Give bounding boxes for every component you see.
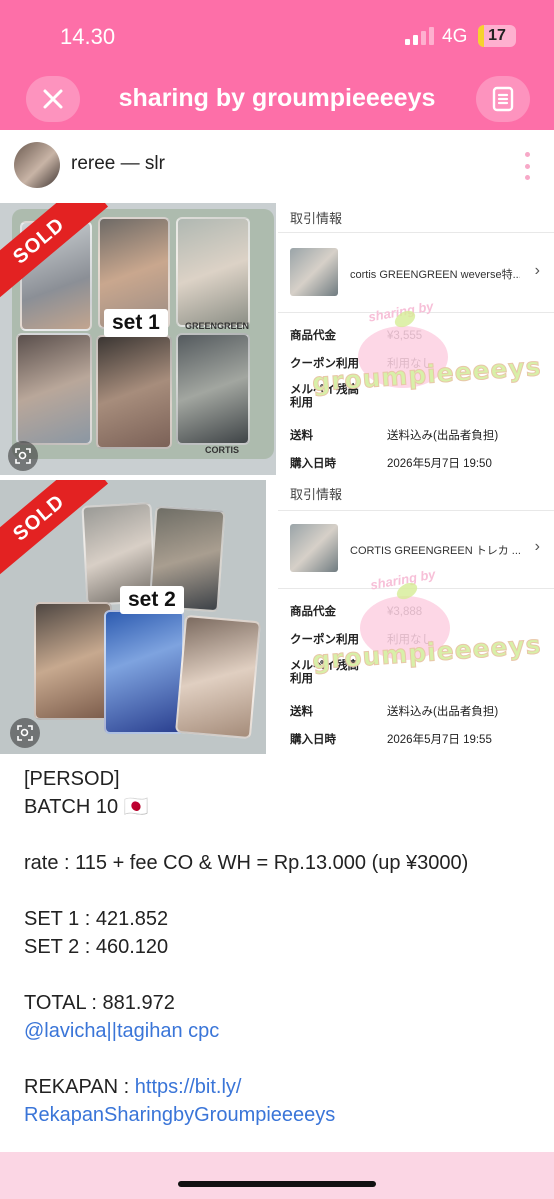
status-time: 14.30	[60, 24, 116, 49]
brand-label: CORTIS	[205, 445, 240, 455]
network-type: 4G	[442, 26, 468, 47]
home-indicator[interactable]	[178, 1181, 376, 1187]
order-row: クーポン利用 利用なし	[290, 358, 433, 370]
bottom-bar	[0, 1152, 554, 1199]
photo-set-2[interactable]: SOLD set 2	[0, 480, 266, 754]
photo-set-1[interactable]: GREENGREEN CORTIS SOLD set 1	[0, 203, 276, 475]
visual-search-button[interactable]	[10, 718, 40, 748]
order-row: 購入日時 2026年5月7日 19:55	[290, 734, 492, 746]
order-item-name[interactable]: cortis GREENGREEN weverse特...	[350, 266, 520, 282]
photocard	[176, 333, 250, 445]
order-row: 送料 送料込み(出品者負担)	[290, 706, 499, 718]
divider	[278, 232, 554, 233]
caption-rekapan: REKAPAN : https://bit.ly/	[24, 1076, 242, 1098]
order-row: 購入日時 2026年5月7日 19:50	[290, 458, 492, 470]
caption-line: [PERSOD]	[24, 768, 120, 790]
divider	[278, 312, 554, 313]
order-section-title: 取引情報	[290, 487, 343, 502]
close-button[interactable]	[26, 76, 80, 122]
brand-label: GREENGREEN	[185, 321, 250, 331]
caption-line: BATCH 10 🇯🇵	[24, 796, 149, 818]
order-row: 商品代金 ¥3,888	[290, 606, 423, 618]
chevron-right-icon[interactable]: ›	[535, 538, 540, 556]
photocard	[96, 335, 172, 449]
visual-search-button[interactable]	[8, 441, 38, 471]
avatar[interactable]	[14, 142, 60, 188]
order-row: メルペイ残高利用	[290, 384, 359, 409]
username[interactable]: reree — slr	[71, 153, 165, 175]
menu-button[interactable]	[476, 76, 530, 122]
order-item-thumbnail	[290, 524, 338, 572]
photocard	[175, 614, 261, 740]
visual-search-icon	[17, 725, 33, 741]
battery-icon: 17	[478, 25, 516, 47]
order-row: クーポン利用 利用なし	[290, 634, 433, 646]
order-item-name[interactable]: CORTIS GREENGREEN トレカ ...	[350, 542, 520, 558]
document-icon	[492, 86, 514, 112]
more-options-button[interactable]	[518, 152, 536, 180]
order-info-2: 取引情報 CORTIS GREENGREEN トレカ ... › 商品代金 ¥3,…	[278, 478, 554, 754]
divider	[278, 588, 554, 589]
chevron-right-icon[interactable]: ›	[535, 262, 540, 280]
battery-level: 17	[488, 27, 506, 44]
caption-set1: SET 1 : 421.852	[24, 908, 169, 930]
mention-link[interactable]: @lavicha||tagihan cpc	[24, 1017, 534, 1045]
order-item-thumbnail	[290, 248, 338, 296]
order-section-title: 取引情報	[290, 211, 343, 226]
app-header: 14.30 4G 17 sharing by groumpieeeeys	[0, 0, 554, 130]
caption-total: TOTAL : 881.972	[24, 992, 175, 1014]
signal-icon	[405, 27, 434, 45]
photocard	[34, 602, 112, 720]
photocard	[176, 217, 250, 327]
order-info-1: 取引情報 cortis GREENGREEN weverse特... › 商品代…	[278, 200, 554, 478]
order-row: 送料 送料込み(出品者負担)	[290, 430, 499, 442]
post-caption: [PERSOD] BATCH 10 🇯🇵 rate : 115 + fee CO…	[24, 765, 534, 1129]
rekapan-link[interactable]: https://bit.ly/	[135, 1076, 242, 1098]
photocard	[104, 610, 184, 734]
photocard	[16, 333, 92, 445]
visual-search-icon	[15, 448, 31, 464]
page-title: sharing by groumpieeeeys	[118, 84, 436, 112]
caption-rate: rate : 115 + fee CO & WH = Rp.13.000 (up…	[24, 852, 469, 874]
caption-set2: SET 2 : 460.120	[24, 936, 169, 958]
close-icon	[43, 89, 63, 109]
set-label: set 1	[104, 309, 168, 337]
order-row: 商品代金 ¥3,555	[290, 330, 423, 342]
set-label: set 2	[120, 586, 184, 614]
divider	[278, 510, 554, 511]
order-row: メルペイ残高利用	[290, 660, 359, 685]
rekapan-link[interactable]: RekapanSharingbyGroumpieeeeys	[24, 1101, 534, 1129]
